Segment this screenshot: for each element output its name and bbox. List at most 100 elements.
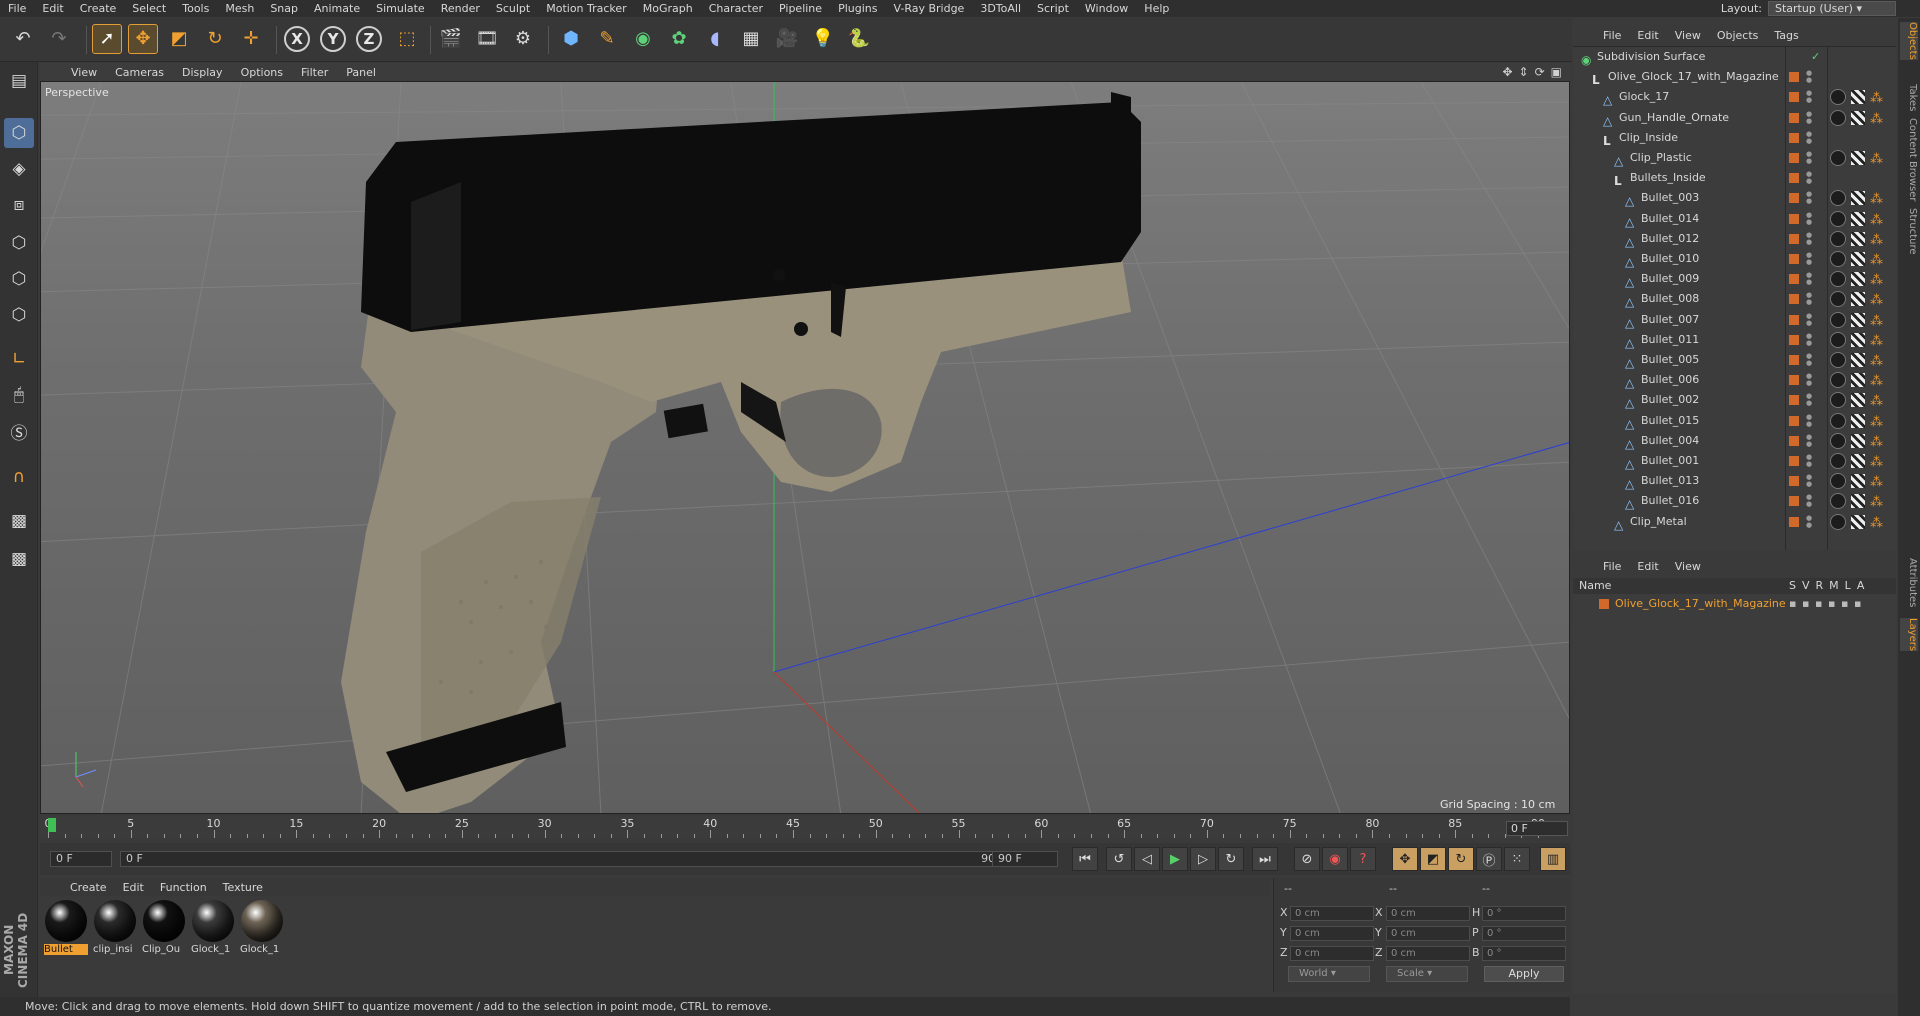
- viewport-menu-cameras[interactable]: Cameras: [106, 66, 173, 79]
- object-row[interactable]: △ Bullet_013 ● ● ⁂: [1573, 471, 1896, 491]
- material-tag-icon[interactable]: [1830, 412, 1846, 429]
- coord-field[interactable]: 0 cm: [1386, 946, 1470, 961]
- record-icon[interactable]: ◉: [1322, 847, 1348, 871]
- phong-tag-icon[interactable]: ⁂: [1870, 231, 1883, 251]
- phong-tag-icon[interactable]: ⁂: [1870, 291, 1883, 311]
- texture-tag-icon[interactable]: [1851, 332, 1865, 347]
- layer-color-chip[interactable]: [1789, 375, 1799, 386]
- render-picture-viewer-icon[interactable]: 🎞: [472, 24, 502, 54]
- coord-field[interactable]: 0 cm: [1290, 906, 1374, 921]
- layer-color-chip[interactable]: [1789, 173, 1799, 184]
- edges-mode-icon[interactable]: ⬡: [4, 264, 34, 294]
- object-row[interactable]: △ Bullet_006 ● ● ⁂: [1573, 370, 1896, 390]
- texture-tag-icon[interactable]: [1851, 514, 1865, 529]
- material-menu-edit[interactable]: Edit: [115, 881, 152, 894]
- material-tag-icon[interactable]: [1830, 372, 1846, 389]
- menu-tools[interactable]: Tools: [174, 0, 217, 17]
- visibility-dots-icon[interactable]: ● ●: [1806, 292, 1812, 306]
- visibility-dots-icon[interactable]: ● ●: [1806, 252, 1812, 266]
- texture-tag-icon[interactable]: [1851, 474, 1865, 489]
- visibility-dots-icon[interactable]: ● ●: [1806, 514, 1812, 529]
- layer-color-chip[interactable]: [1789, 294, 1799, 305]
- texture-mode-icon[interactable]: ◈: [4, 154, 34, 184]
- texture-tag-icon[interactable]: [1851, 312, 1865, 327]
- visibility-dots-icon[interactable]: ● ●: [1806, 433, 1812, 448]
- key-rotation-icon[interactable]: ↻: [1448, 847, 1474, 871]
- object-row[interactable]: △ Bullet_004 ● ● ⁂: [1573, 431, 1896, 451]
- layer-color-chip[interactable]: [1789, 395, 1799, 406]
- viewport-menu-panel[interactable]: Panel: [337, 66, 385, 79]
- redo-icon[interactable]: ↷: [44, 24, 74, 54]
- visibility-dots-icon[interactable]: ● ●: [1806, 413, 1812, 428]
- phong-tag-icon[interactable]: ⁂: [1870, 332, 1883, 352]
- object-row[interactable]: L Olive_Glock_17_with_Magazine ● ●: [1573, 67, 1896, 88]
- workplane-grid-icon[interactable]: ▩: [4, 544, 34, 574]
- object-row[interactable]: △ Glock_17 ● ● ⁂: [1573, 87, 1896, 107]
- layer-color-chip[interactable]: [1789, 334, 1799, 345]
- material-swatch[interactable]: Bullet: [44, 900, 88, 955]
- light-icon[interactable]: 💡: [808, 24, 838, 54]
- orbit-icon[interactable]: ⟳: [1535, 65, 1545, 79]
- material-menu-texture[interactable]: Texture: [215, 881, 271, 894]
- material-tag-icon[interactable]: [1830, 352, 1846, 368]
- menu-render[interactable]: Render: [433, 0, 488, 17]
- texture-tag-icon[interactable]: [1851, 292, 1865, 307]
- dock-tab-structure[interactable]: Structure: [1900, 208, 1918, 255]
- material-tag-icon[interactable]: [1830, 331, 1846, 348]
- texture-tag-icon[interactable]: [1851, 353, 1865, 367]
- layer-color-chip[interactable]: [1789, 314, 1799, 325]
- material-swatch[interactable]: Clip_Ou: [142, 900, 186, 955]
- texture-tag-icon[interactable]: [1851, 110, 1865, 125]
- object-menu-file[interactable]: File: [1595, 29, 1629, 42]
- material-tag-icon[interactable]: [1830, 190, 1846, 207]
- coord-field[interactable]: 0 cm: [1290, 946, 1374, 961]
- z-axis-button[interactable]: Z: [356, 26, 382, 52]
- material-tag-icon[interactable]: [1830, 493, 1846, 510]
- texture-tag-icon[interactable]: [1851, 151, 1865, 165]
- phong-tag-icon[interactable]: ⁂: [1870, 514, 1883, 534]
- visibility-dots-icon[interactable]: ● ●: [1806, 454, 1812, 468]
- coord-system-dropdown[interactable]: World ▾: [1288, 966, 1370, 982]
- layer-menu-view[interactable]: View: [1667, 560, 1709, 573]
- deformer-icon[interactable]: ◖: [700, 24, 730, 54]
- material-tag-icon[interactable]: [1830, 291, 1846, 308]
- coord-mode-dropdown[interactable]: Scale ▾: [1386, 966, 1468, 982]
- phong-tag-icon[interactable]: ⁂: [1870, 372, 1883, 392]
- material-swatch[interactable]: clip_insi: [93, 900, 137, 955]
- dock-tab-takes[interactable]: Takes: [1900, 84, 1918, 111]
- material-tag-icon[interactable]: [1830, 251, 1846, 267]
- phong-tag-icon[interactable]: ⁂: [1870, 453, 1883, 473]
- key-parameter-icon[interactable]: Ⓟ: [1476, 847, 1502, 871]
- visibility-dots-icon[interactable]: ● ●: [1806, 312, 1812, 327]
- mograph-cloner-icon[interactable]: ✿: [664, 24, 694, 54]
- material-swatch[interactable]: Glock_1: [240, 900, 284, 955]
- layer-color-chip[interactable]: [1789, 233, 1799, 244]
- material-tag-icon[interactable]: [1830, 311, 1846, 328]
- layer-manager-icon[interactable]: ▪: [1828, 594, 1835, 614]
- phong-tag-icon[interactable]: ⁂: [1870, 89, 1883, 109]
- layer-menu-edit[interactable]: Edit: [1629, 560, 1666, 573]
- make-editable-icon[interactable]: ▤: [4, 66, 34, 96]
- prev-key-icon[interactable]: ↺: [1106, 847, 1132, 871]
- coord-field[interactable]: 0 cm: [1290, 926, 1374, 941]
- menu-sculpt[interactable]: Sculpt: [488, 0, 538, 17]
- layer-color-chip[interactable]: [1789, 213, 1799, 224]
- layer-color-chip[interactable]: [1789, 92, 1799, 103]
- visibility-dots-icon[interactable]: ● ●: [1806, 272, 1812, 286]
- start-frame-field[interactable]: 0 F: [50, 851, 112, 867]
- texture-tag-icon[interactable]: [1851, 433, 1865, 448]
- visibility-dots-icon[interactable]: ● ●: [1806, 191, 1812, 205]
- texture-tag-icon[interactable]: [1851, 252, 1865, 266]
- coord-field[interactable]: 0 cm: [1386, 906, 1470, 921]
- layer-color-chip[interactable]: [1789, 496, 1799, 507]
- menu-mesh[interactable]: Mesh: [217, 0, 262, 17]
- range-slider[interactable]: 0 F 90 F: [120, 851, 1026, 867]
- material-tag-icon[interactable]: [1830, 89, 1846, 106]
- layer-row[interactable]: Olive_Glock_17_with_Magazine ▪ ▪ ▪ ▪ ▪ ▪: [1573, 594, 1896, 614]
- layer-render-icon[interactable]: ▪: [1815, 594, 1822, 614]
- object-menu-view[interactable]: View: [1667, 29, 1709, 42]
- x-axis-button[interactable]: X: [284, 26, 310, 52]
- object-row[interactable]: △ Bullet_015 ● ● ⁂: [1573, 411, 1896, 431]
- phong-tag-icon[interactable]: ⁂: [1870, 150, 1883, 170]
- phong-tag-icon[interactable]: ⁂: [1870, 110, 1883, 130]
